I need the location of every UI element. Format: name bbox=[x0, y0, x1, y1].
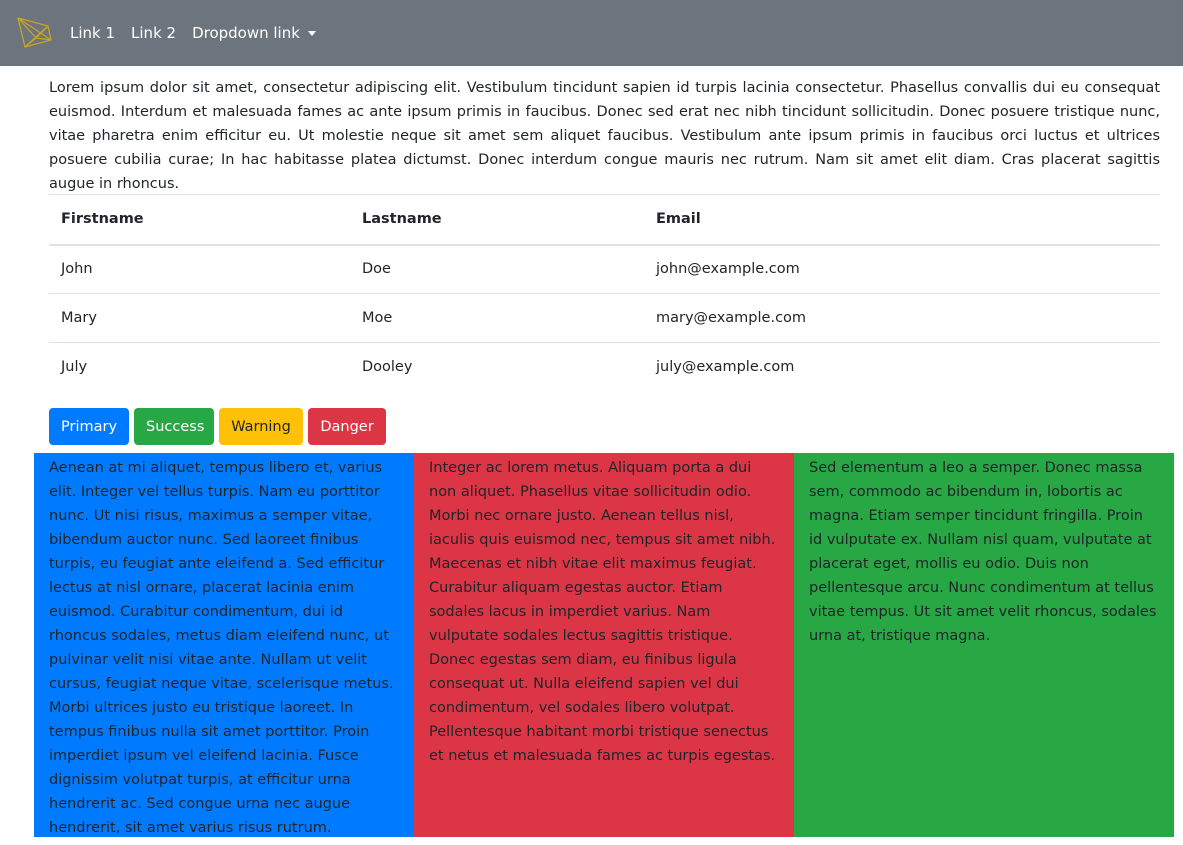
cell-lastname: Dooley bbox=[350, 342, 644, 392]
nav-links: Link 1 Link 2 Dropdown link bbox=[70, 24, 332, 42]
nav-link-2[interactable]: Link 2 bbox=[131, 24, 176, 42]
cell-firstname: July bbox=[49, 342, 350, 392]
chevron-down-icon bbox=[307, 31, 316, 36]
success-button[interactable]: Success bbox=[134, 408, 214, 445]
cell-firstname: John bbox=[49, 244, 350, 294]
primary-button[interactable]: Primary bbox=[49, 408, 129, 445]
button-group: Primary Success Warning Danger bbox=[49, 408, 391, 445]
cell-lastname: Moe bbox=[350, 293, 644, 343]
cell-email: john@example.com bbox=[644, 244, 1160, 294]
logo-icon[interactable] bbox=[15, 14, 53, 52]
navbar: Link 1 Link 2 Dropdown link bbox=[0, 0, 1183, 66]
table-row: Mary Moe mary@example.com bbox=[49, 293, 1160, 343]
danger-button[interactable]: Danger bbox=[308, 408, 386, 445]
header-firstname: Firstname bbox=[49, 194, 350, 246]
warning-button[interactable]: Warning bbox=[219, 408, 303, 445]
table-row: July Dooley july@example.com bbox=[49, 342, 1160, 392]
cell-lastname: Doe bbox=[350, 244, 644, 294]
blue-column: Aenean at mi aliquet, tempus libero et, … bbox=[34, 453, 414, 837]
cell-firstname: Mary bbox=[49, 293, 350, 343]
user-table: Firstname Lastname Email John Doe john@e… bbox=[49, 194, 1160, 392]
table-header-row: Firstname Lastname Email bbox=[49, 194, 1160, 246]
header-email: Email bbox=[644, 194, 1160, 246]
cell-email: mary@example.com bbox=[644, 293, 1160, 343]
nav-link-1[interactable]: Link 1 bbox=[70, 24, 115, 42]
header-lastname: Lastname bbox=[350, 194, 644, 246]
nav-dropdown-label: Dropdown link bbox=[192, 24, 300, 42]
green-column: Sed elementum a leo a semper. Donec mass… bbox=[794, 453, 1174, 837]
table-row: John Doe john@example.com bbox=[49, 244, 1160, 294]
cell-email: july@example.com bbox=[644, 342, 1160, 392]
red-column: Integer ac lorem metus. Aliquam porta a … bbox=[414, 453, 794, 837]
intro-paragraph: Lorem ipsum dolor sit amet, consectetur … bbox=[49, 80, 1160, 192]
nav-dropdown-link[interactable]: Dropdown link bbox=[192, 24, 316, 42]
color-columns: Aenean at mi aliquet, tempus libero et, … bbox=[34, 453, 1174, 837]
